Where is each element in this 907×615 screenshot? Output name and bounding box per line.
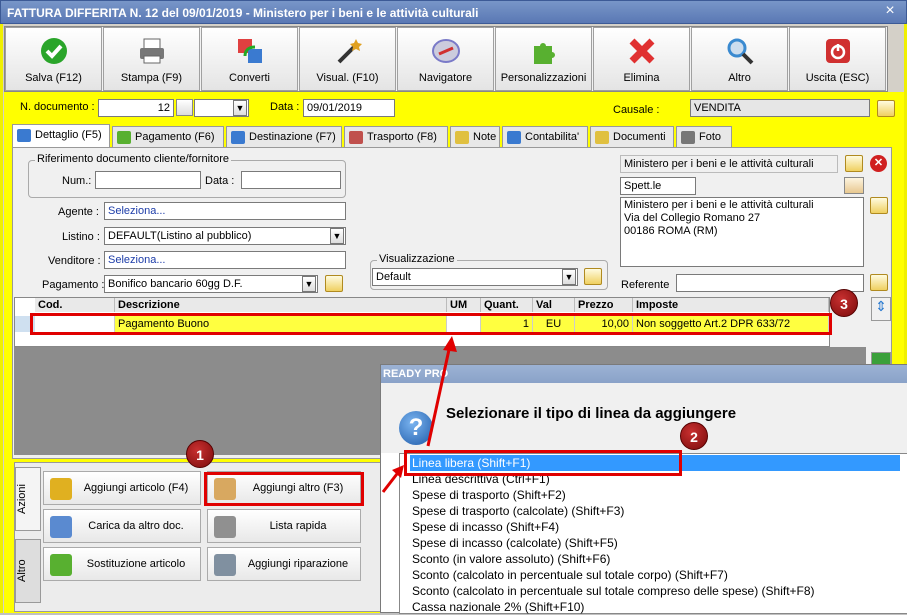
step-badge-1: 1 (186, 440, 214, 468)
annotation-arrows (381, 336, 457, 493)
highlight-linea-libera (404, 450, 682, 476)
highlight-aggiungi-altro (204, 472, 364, 506)
highlight-grid-row (30, 313, 832, 335)
step-badge-2: 2 (680, 422, 708, 450)
arrow-head (443, 336, 457, 352)
step-badge-3: 3 (830, 289, 858, 317)
arrow-line (426, 344, 452, 447)
